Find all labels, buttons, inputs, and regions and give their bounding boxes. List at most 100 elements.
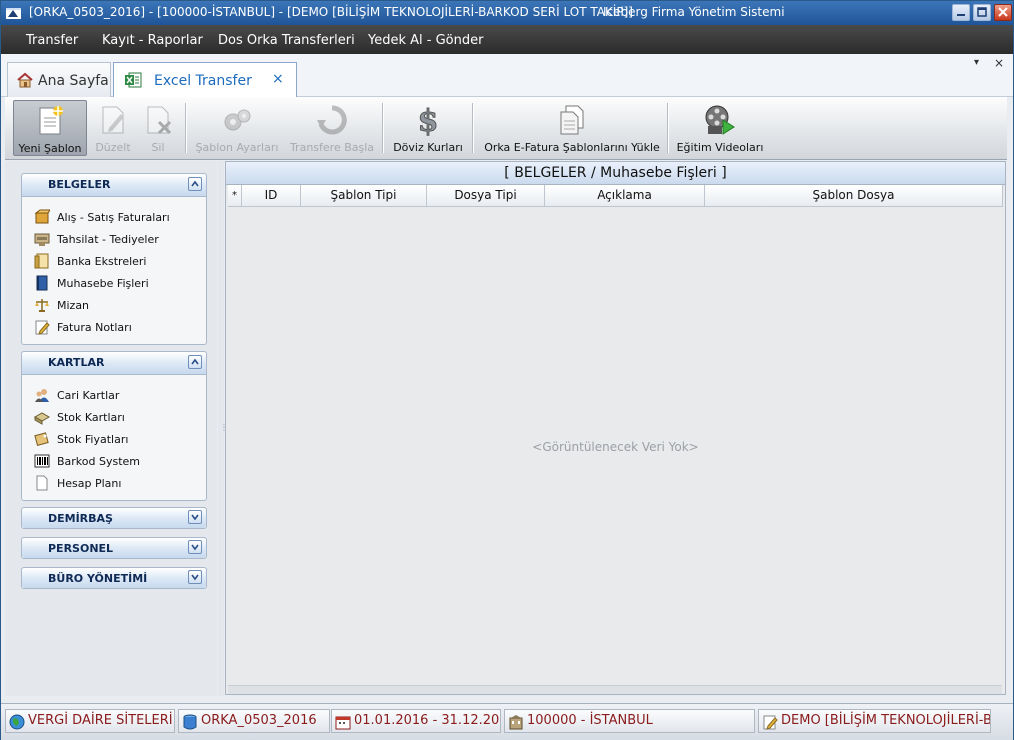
collapse-icon[interactable] (188, 355, 202, 369)
scale-icon (34, 297, 50, 313)
invoice-box-icon (34, 209, 51, 225)
toolbar-label: Yeni Şablon (18, 142, 82, 155)
tab-label: Excel Transfer (154, 73, 252, 89)
toolbar: Yeni Şablon Düzelt Sil Şablon Ayarları T… (5, 97, 1007, 160)
price-icon (34, 431, 50, 447)
title-bar: [ORKA_0503_2016] - [100000-İSTANBUL] - [… (1, 1, 1013, 25)
nav-group-title: BÜRO YÖNETİMİ (48, 572, 148, 585)
nav-group-header[interactable]: KARTLAR (22, 352, 206, 375)
delete-icon (142, 104, 174, 136)
grid-column-sablon-dosya[interactable]: Şablon Dosya (705, 185, 1003, 207)
grid-empty-message: <Görüntülenecek Veri Yok> (532, 440, 699, 454)
edit-button[interactable]: Düzelt (93, 100, 133, 156)
tab-excel-transfer[interactable]: Excel Transfer × (113, 62, 297, 97)
nav-group-title: DEMİRBAŞ (48, 512, 113, 525)
horizontal-scrollbar[interactable] (228, 685, 1002, 694)
tab-label: Ana Sayfa (38, 73, 109, 89)
svg-text:$: $ (418, 104, 439, 136)
menu-bar: Transfer Kayıt - Raporlar Dos Orka Trans… (1, 25, 1013, 54)
nav-group-header[interactable]: DEMİRBAŞ (22, 508, 206, 528)
tab-ana-sayfa[interactable]: Ana Sayfa (7, 62, 111, 97)
menu-yedek-al-gonder[interactable]: Yedek Al - Gönder (368, 33, 483, 48)
grid-column-dosya-tipi[interactable]: Dosya Tipi (427, 185, 545, 207)
app-logo-icon (5, 5, 23, 21)
template-settings-icon (221, 104, 253, 136)
delete-button[interactable]: Sil (139, 100, 177, 156)
nav-group-header[interactable]: PERSONEL (22, 538, 206, 558)
toolbar-label: Eğitim Videoları (676, 141, 764, 154)
toolbar-separator (382, 103, 384, 153)
status-tax-office-sites[interactable]: VERGİ DAİRE SİTELERİ (5, 709, 175, 733)
edit-doc-icon (762, 714, 778, 730)
expand-icon[interactable] (188, 510, 202, 524)
start-transfer-button[interactable]: Transfere Başla (289, 100, 375, 156)
nav-group-demirbas: DEMİRBAŞ (21, 507, 207, 529)
grid-column-sablon-tipi[interactable]: Şablon Tipi (301, 185, 427, 207)
minimize-button[interactable] (952, 4, 970, 21)
grid-title: [ BELGELER / Muhasebe Fişleri ] (226, 162, 1005, 185)
toolbar-separator (667, 103, 669, 153)
expand-icon[interactable] (188, 570, 202, 584)
bank-statement-icon (34, 253, 50, 269)
status-period[interactable]: 01.01.2016 - 31.12.2016 (331, 709, 501, 733)
database-icon (182, 714, 198, 730)
menu-transfer[interactable]: Transfer (26, 33, 78, 48)
status-database[interactable]: ORKA_0503_2016 (178, 709, 330, 733)
maximize-button[interactable] (973, 4, 991, 21)
grid-column-aciklama[interactable]: Açıklama (545, 185, 705, 207)
document-tab-strip: Ana Sayfa Excel Transfer × ▾ × (1, 54, 1013, 97)
training-videos-icon (704, 104, 736, 136)
note-icon (34, 319, 50, 335)
navigation-panel: BELGELER Alış - Satış Faturaları Tahsila… (5, 161, 217, 696)
currency-rates-button[interactable]: $ Döviz Kurları (390, 100, 466, 156)
status-company[interactable]: DEMO [BİLİŞİM TEKNOLOJİLERİ-BARKOD SERİ … (758, 709, 991, 733)
status-branch[interactable]: 100000 - İSTANBUL (504, 709, 755, 733)
window-title: [ORKA_0503_2016] - [100000-İSTANBUL] - [… (29, 5, 633, 19)
calendar-icon (335, 714, 351, 730)
new-template-button[interactable]: Yeni Şablon (13, 100, 87, 156)
accounting-book-icon (34, 275, 50, 291)
toolbar-label: Sil (151, 141, 165, 154)
collapse-icon[interactable] (188, 177, 202, 191)
template-settings-button[interactable]: Şablon Ayarları (193, 100, 281, 156)
currency-icon: $ (412, 104, 444, 140)
expand-icon[interactable] (188, 540, 202, 554)
nav-group-personel: PERSONEL (21, 537, 207, 559)
close-button[interactable] (994, 4, 1012, 21)
training-videos-button[interactable]: Eğitim Videoları (675, 100, 765, 156)
barcode-icon (34, 453, 50, 469)
panel-splitter[interactable]: ⋮ (218, 161, 228, 696)
tab-close-icon[interactable]: × (272, 71, 284, 87)
nav-group-belgeler: BELGELER Alış - Satış Faturaları Tahsila… (21, 173, 207, 345)
payment-icon (34, 231, 50, 247)
toolbar-label: Şablon Ayarları (195, 141, 279, 154)
grid-column-id[interactable]: ID (242, 185, 301, 207)
app-window: [ORKA_0503_2016] - [100000-İSTANBUL] - [… (0, 0, 1014, 740)
new-template-icon (34, 105, 66, 137)
toolbar-separator (472, 103, 474, 153)
toolbar-separator (185, 103, 187, 153)
menu-dos-orka-transferleri[interactable]: Dos Orka Transferleri (218, 33, 355, 48)
document-icon (34, 475, 50, 491)
nav-group-header[interactable]: BÜRO YÖNETİMİ (22, 568, 206, 588)
toolbar-label: Düzelt (95, 141, 131, 154)
globe-icon (9, 714, 25, 730)
status-bar: VERGİ DAİRE SİTELERİ ORKA_0503_2016 01.0… (1, 703, 1013, 740)
tab-close-all-icon[interactable]: × (994, 56, 1004, 70)
nav-group-title: PERSONEL (48, 542, 114, 555)
grid-new-row-column[interactable]: * (228, 185, 242, 207)
nav-group-title: KARTLAR (48, 356, 105, 369)
start-transfer-icon (316, 104, 348, 136)
nav-group-title: BELGELER (48, 178, 111, 191)
window-subtitle: Iceberg Firma Yönetim Sistemi (603, 5, 785, 19)
stock-card-icon (33, 409, 51, 425)
menu-kayit-raporlar[interactable]: Kayıt - Raporlar (102, 33, 203, 48)
users-icon (34, 387, 50, 403)
building-icon (508, 714, 524, 730)
load-e-invoice-templates-button[interactable]: Orka E-Fatura Şablonlarını Yükle (480, 100, 664, 156)
edit-icon (97, 104, 129, 136)
toolbar-label: Orka E-Fatura Şablonlarını Yükle (484, 141, 660, 154)
nav-group-kartlar: KARTLAR Cari Kartlar Stok Kartları Stok … (21, 351, 207, 501)
tab-list-dropdown-icon[interactable]: ▾ (974, 57, 979, 68)
nav-group-header[interactable]: BELGELER (22, 174, 206, 197)
